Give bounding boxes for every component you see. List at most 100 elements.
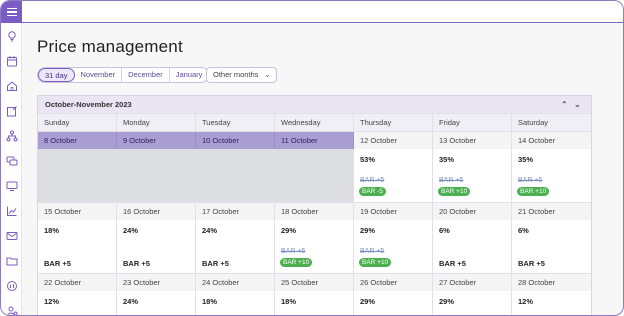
day-cell[interactable]: 24% BAR +5 bbox=[117, 220, 196, 273]
analytics-icon[interactable] bbox=[5, 279, 18, 292]
day-cell[interactable]: 18% bbox=[196, 291, 275, 315]
tab-january[interactable]: January bbox=[170, 68, 209, 82]
app-window: Price management 31 day November Decembe… bbox=[0, 0, 624, 316]
other-months-dropdown[interactable]: Other months ⌄ bbox=[206, 67, 278, 83]
calendar-week: 8 October 9 October 10 October 11 October 12… bbox=[38, 131, 591, 202]
occupancy-percent: 18% bbox=[281, 297, 297, 306]
sitemap-icon[interactable] bbox=[5, 129, 18, 142]
date-label: 9 October bbox=[117, 132, 196, 149]
chat-icon[interactable] bbox=[5, 154, 18, 167]
new-bar-badge[interactable]: BAR +10 bbox=[517, 187, 550, 196]
settings-user-icon[interactable] bbox=[5, 304, 18, 315]
date-label: 16 October bbox=[117, 203, 196, 220]
occupancy-percent: 35% bbox=[518, 155, 534, 164]
date-label: 28 October bbox=[512, 274, 591, 291]
tab-31-day[interactable]: 31 day bbox=[38, 68, 75, 82]
weekday-label: Tuesday bbox=[196, 114, 275, 131]
bar-adjustment: BAR +5 bbox=[439, 259, 466, 268]
calendar-header: October-November 2023 ⌃ ⌄ bbox=[38, 96, 591, 113]
date-label: 24 October bbox=[196, 274, 275, 291]
day-cell[interactable] bbox=[275, 149, 354, 202]
old-bar-adjustment: BAR +5 bbox=[439, 177, 464, 184]
new-bar-badge[interactable]: BAR -5 bbox=[359, 187, 386, 196]
day-cell[interactable] bbox=[38, 149, 117, 202]
day-cell[interactable]: 12% bbox=[38, 291, 117, 315]
menu-line bbox=[6, 11, 17, 13]
day-cell[interactable]: 6% BAR +5 bbox=[433, 220, 512, 273]
day-cell[interactable]: 18% bbox=[275, 291, 354, 315]
bar-adjustment: BAR +5 bbox=[518, 259, 545, 268]
calendar-weeks: 8 October 9 October 10 October 11 October 12… bbox=[38, 131, 591, 315]
day-cell[interactable]: 29% bbox=[354, 291, 433, 315]
day-cell[interactable]: 29% BAR +5 BAR +10 bbox=[354, 220, 433, 273]
date-label: 13 October bbox=[433, 132, 512, 149]
day-cell[interactable] bbox=[196, 149, 275, 202]
new-bar-badge[interactable]: BAR +10 bbox=[359, 258, 392, 267]
date-label: 20 October bbox=[433, 203, 512, 220]
other-months-label: Other months bbox=[213, 70, 259, 79]
weekday-label: Friday bbox=[433, 114, 512, 131]
edit-icon[interactable] bbox=[5, 104, 18, 117]
occupancy-percent: 18% bbox=[202, 297, 218, 306]
date-label: 8 October bbox=[38, 132, 117, 149]
price-row: 12% 24% 18% 18% 29% 29% 12% bbox=[38, 291, 591, 315]
new-bar-badge[interactable]: BAR +10 bbox=[438, 187, 471, 196]
monitor-icon[interactable] bbox=[5, 179, 18, 192]
tab-december[interactable]: December bbox=[122, 68, 170, 82]
day-cell[interactable] bbox=[117, 149, 196, 202]
chevron-down-icon: ⌄ bbox=[264, 72, 271, 79]
date-label: 11 October bbox=[275, 132, 354, 149]
occupancy-percent: 24% bbox=[123, 226, 139, 235]
day-cell[interactable]: 24% BAR +5 bbox=[196, 220, 275, 273]
tab-november[interactable]: November bbox=[75, 68, 123, 82]
menu-button[interactable] bbox=[1, 1, 22, 23]
calendar-week: 22 October 23 October 24 October 25 October… bbox=[38, 273, 591, 315]
weekday-label: Sunday bbox=[38, 114, 117, 131]
calendar-title: October-November 2023 bbox=[45, 100, 132, 109]
top-bar bbox=[1, 1, 623, 23]
home-icon[interactable] bbox=[5, 79, 18, 92]
lightbulb-icon[interactable] bbox=[5, 29, 18, 42]
date-row: 8 October 9 October 10 October 11 October 12… bbox=[38, 132, 591, 149]
day-cell[interactable]: 24% bbox=[117, 291, 196, 315]
day-cell[interactable]: 29% bbox=[433, 291, 512, 315]
day-cell[interactable]: 12% bbox=[512, 291, 591, 315]
chart-icon[interactable] bbox=[5, 204, 18, 217]
date-row: 22 October 23 October 24 October 25 October… bbox=[38, 274, 591, 291]
occupancy-percent: 12% bbox=[44, 297, 60, 306]
calendar-icon[interactable] bbox=[5, 54, 18, 67]
folder-icon[interactable] bbox=[5, 254, 18, 267]
weekday-label: Monday bbox=[117, 114, 196, 131]
day-cell[interactable]: 6% BAR +5 bbox=[512, 220, 591, 273]
date-label: 25 October bbox=[275, 274, 354, 291]
date-label: 22 October bbox=[38, 274, 117, 291]
date-label: 15 October bbox=[38, 203, 117, 220]
menu-line bbox=[6, 7, 17, 10]
chevron-down-icon[interactable]: ⌄ bbox=[574, 96, 581, 113]
occupancy-percent: 24% bbox=[123, 297, 139, 306]
new-bar-badge[interactable]: BAR +10 bbox=[280, 258, 313, 267]
chevron-up-icon[interactable]: ⌃ bbox=[561, 96, 568, 113]
occupancy-percent: 29% bbox=[439, 297, 455, 306]
date-label: 14 October bbox=[512, 132, 591, 149]
day-cell[interactable]: 53% BAR +5 BAR -5 bbox=[354, 149, 433, 202]
date-label: 10 October bbox=[196, 132, 275, 149]
mail-icon[interactable] bbox=[5, 229, 18, 242]
date-label: 23 October bbox=[117, 274, 196, 291]
weekday-label: Saturday bbox=[518, 118, 549, 127]
date-label: 21 October bbox=[512, 203, 591, 220]
date-label: 12 October bbox=[354, 132, 433, 149]
date-label: 17 October bbox=[196, 203, 275, 220]
day-cell[interactable]: 35% BAR +5 BAR +10 bbox=[433, 149, 512, 202]
bar-adjustment: BAR +5 bbox=[44, 259, 71, 268]
price-row: 18% BAR +5 24% BAR +5 24% BAR +5 29% BAR +5 BAR … bbox=[38, 220, 591, 273]
old-bar-adjustment: BAR +5 bbox=[518, 177, 543, 184]
old-bar-adjustment: BAR +5 bbox=[360, 248, 385, 255]
occupancy-percent: 29% bbox=[360, 226, 376, 235]
occupancy-percent: 29% bbox=[281, 226, 297, 235]
day-cell[interactable]: 18% BAR +5 bbox=[38, 220, 117, 273]
day-cell[interactable]: 29% BAR +5 BAR +10 bbox=[275, 220, 354, 273]
calendar-week: 15 October 16 October 17 October 18 October… bbox=[38, 202, 591, 273]
day-cell[interactable]: 35% BAR +5 BAR +10 bbox=[512, 149, 591, 202]
occupancy-percent: 6% bbox=[518, 226, 529, 235]
